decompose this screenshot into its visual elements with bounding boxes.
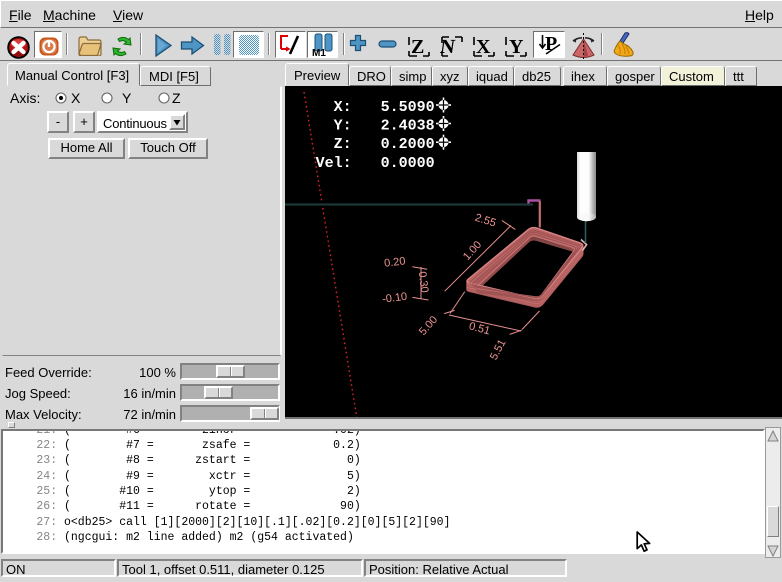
svg-text:P: P: [545, 33, 557, 55]
svg-text:1.00: 1.00: [461, 239, 484, 263]
svg-text:0.0000: 0.0000: [381, 155, 435, 172]
svg-text:0.30: 0.30: [416, 271, 431, 294]
svg-text:M1: M1: [312, 48, 326, 57]
svg-text:0.2000: 0.2000: [381, 136, 435, 153]
svg-text:X:: X:: [334, 99, 352, 116]
svg-text:5.00: 5.00: [417, 314, 440, 338]
svg-text:Y: Y: [509, 36, 524, 58]
svg-text:0.51: 0.51: [468, 320, 492, 337]
svg-text:5.51: 5.51: [488, 338, 509, 363]
svg-text:-0.10: -0.10: [381, 291, 407, 306]
svg-text:X: X: [476, 36, 491, 58]
svg-text:Y:: Y:: [334, 118, 352, 135]
svg-text:Z: Z: [411, 36, 424, 58]
svg-text:0.20: 0.20: [383, 255, 406, 270]
svg-text:2.4038: 2.4038: [381, 118, 435, 135]
svg-text:Vel:: Vel:: [316, 155, 352, 172]
svg-text:5.5090: 5.5090: [381, 99, 435, 116]
svg-text:2.55: 2.55: [473, 212, 497, 230]
svg-text:Z:: Z:: [334, 136, 352, 153]
